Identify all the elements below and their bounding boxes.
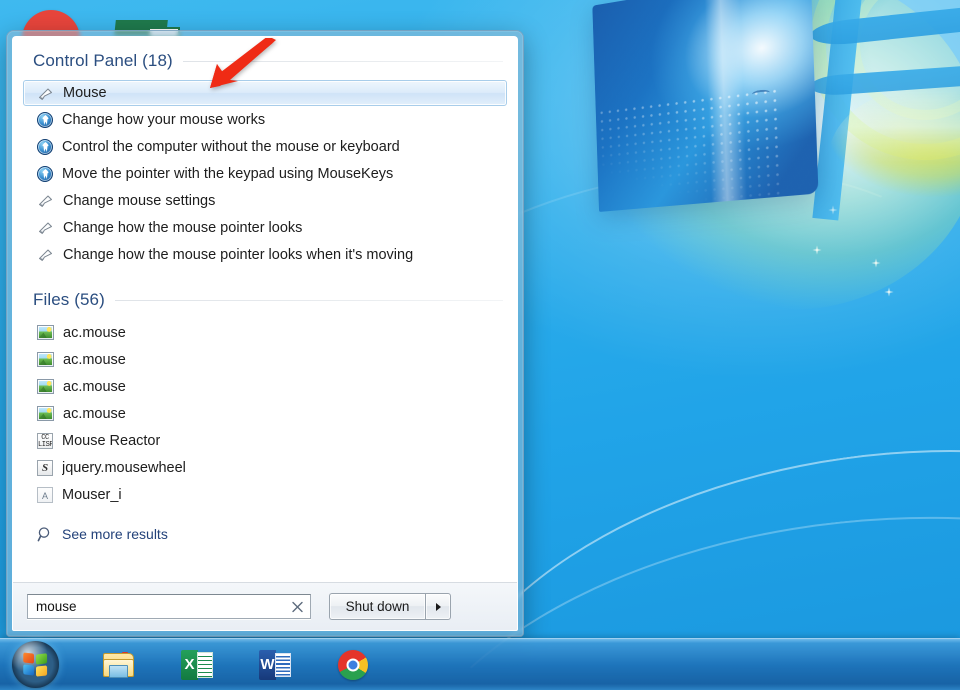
shutdown-button[interactable]: Shut down — [329, 593, 425, 620]
file-item-mouse-reactor[interactable]: CC LISP Mouse Reactor — [23, 427, 507, 454]
result-label: Change how the mouse pointer looks when … — [63, 246, 414, 263]
excel-icon: X — [181, 649, 213, 680]
mouse-pointer-icon — [37, 85, 54, 102]
start-menu-content: Control Panel (18) Mouse Change how your… — [12, 36, 518, 631]
file-item-ac-mouse-3[interactable]: ac.mouse — [23, 373, 507, 400]
ease-of-access-icon — [37, 138, 53, 155]
section-header-files: Files (56) — [23, 290, 507, 310]
mouse-pointer-icon — [37, 219, 54, 236]
logo-flag — [592, 0, 819, 212]
result-label: Change how your mouse works — [62, 111, 266, 128]
result-item-mousekeys[interactable]: Move the pointer with the keypad using M… — [23, 160, 507, 187]
taskbar-item-microsoft-word[interactable]: W — [257, 647, 293, 683]
result-label: Mouse — [63, 85, 107, 101]
file-label: ac.mouse — [63, 324, 126, 341]
windows-start-orb[interactable] — [12, 641, 59, 688]
file-label: Mouser_i — [62, 486, 122, 503]
magnifier-icon — [37, 526, 54, 543]
see-more-results-link[interactable]: See more results — [23, 522, 507, 546]
image-file-icon — [37, 325, 54, 340]
result-label: Move the pointer with the keypad using M… — [62, 165, 394, 182]
javascript-file-icon: S — [37, 459, 53, 476]
taskbar: X W — [0, 638, 960, 690]
chrome-icon — [338, 649, 368, 680]
word-icon: W — [259, 649, 291, 680]
shutdown-control-group: Shut down — [329, 593, 451, 620]
chrome-center — [346, 658, 360, 671]
search-box[interactable] — [27, 594, 311, 619]
text-file-icon: A — [37, 486, 53, 503]
file-label: Mouse Reactor — [62, 432, 161, 449]
file-label: jquery.mousewheel — [62, 459, 186, 476]
file-item-jquery-mousewheel[interactable]: S jquery.mousewheel — [23, 454, 507, 481]
lisp-file-icon: CC LISP — [37, 432, 53, 449]
file-item-ac-mouse-2[interactable]: ac.mouse — [23, 346, 507, 373]
start-menu-panel: Control Panel (18) Mouse Change how your… — [6, 30, 524, 637]
mouse-pointer-icon — [37, 246, 54, 263]
search-results-pane: Control Panel (18) Mouse Change how your… — [13, 37, 517, 582]
orb-quadrant — [22, 652, 34, 664]
mouse-pointer-icon — [37, 192, 54, 209]
file-label: ac.mouse — [63, 378, 126, 395]
orb-quadrant — [35, 664, 47, 677]
chevron-right-icon — [435, 602, 441, 611]
file-item-ac-mouse-4[interactable]: ac.mouse — [23, 400, 507, 427]
result-item-pointer-looks[interactable]: Change how the mouse pointer looks — [23, 214, 507, 241]
result-item-change-mouse-works[interactable]: Change how your mouse works — [23, 106, 507, 133]
taskbar-item-google-chrome[interactable] — [335, 647, 371, 683]
section-header-control-panel: Control Panel (18) — [23, 51, 507, 71]
file-item-mouser-i[interactable]: A Mouser_i — [23, 481, 507, 508]
windows-flag-icon — [22, 652, 49, 677]
section-divider — [182, 60, 503, 62]
result-item-pointer-looks-moving[interactable]: Change how the mouse pointer looks when … — [23, 241, 507, 268]
folder-icon — [102, 651, 136, 679]
image-file-icon — [37, 406, 54, 421]
excel-grid — [197, 651, 213, 678]
shutdown-options-arrow[interactable] — [425, 593, 451, 620]
file-item-ac-mouse-1[interactable]: ac.mouse — [23, 319, 507, 346]
windows-logo-wallpaper — [560, 0, 960, 350]
excel-letter: X — [181, 649, 198, 680]
word-letter: W — [259, 649, 276, 680]
taskbar-item-windows-explorer[interactable] — [101, 647, 137, 683]
logo-band-horizontal — [809, 0, 960, 48]
word-lines — [275, 652, 291, 677]
taskbar-item-microsoft-excel[interactable]: X — [179, 647, 215, 683]
result-item-change-mouse-settings[interactable]: Change mouse settings — [23, 187, 507, 214]
result-label: Change mouse settings — [63, 192, 216, 209]
folder-window — [109, 664, 128, 678]
desktop: Control Panel (18) Mouse Change how your… — [0, 0, 960, 690]
see-more-label: See more results — [62, 526, 168, 542]
ease-of-access-icon — [37, 111, 53, 128]
orb-quadrant — [35, 652, 47, 665]
result-label: Control the computer without the mouse o… — [62, 138, 400, 155]
section-title-files: Files (56) — [33, 290, 105, 309]
search-input[interactable] — [36, 599, 286, 614]
clear-x-icon[interactable] — [291, 600, 304, 613]
result-item-control-without-mouse[interactable]: Control the computer without the mouse o… — [23, 133, 507, 160]
logo-flag-dots — [597, 85, 784, 210]
ease-of-access-icon — [37, 165, 53, 182]
section-title-control-panel: Control Panel (18) — [33, 51, 173, 70]
logo-grass — [828, 88, 960, 208]
orb-quadrant — [22, 663, 34, 676]
section-divider — [114, 299, 503, 301]
result-label: Change how the mouse pointer looks — [63, 219, 303, 236]
start-menu-footer: Shut down — [13, 582, 517, 630]
image-file-icon — [37, 352, 54, 367]
image-file-icon — [37, 379, 54, 394]
file-label: ac.mouse — [63, 351, 126, 368]
result-item-mouse[interactable]: Mouse — [23, 80, 507, 106]
file-label: ac.mouse — [63, 405, 126, 422]
